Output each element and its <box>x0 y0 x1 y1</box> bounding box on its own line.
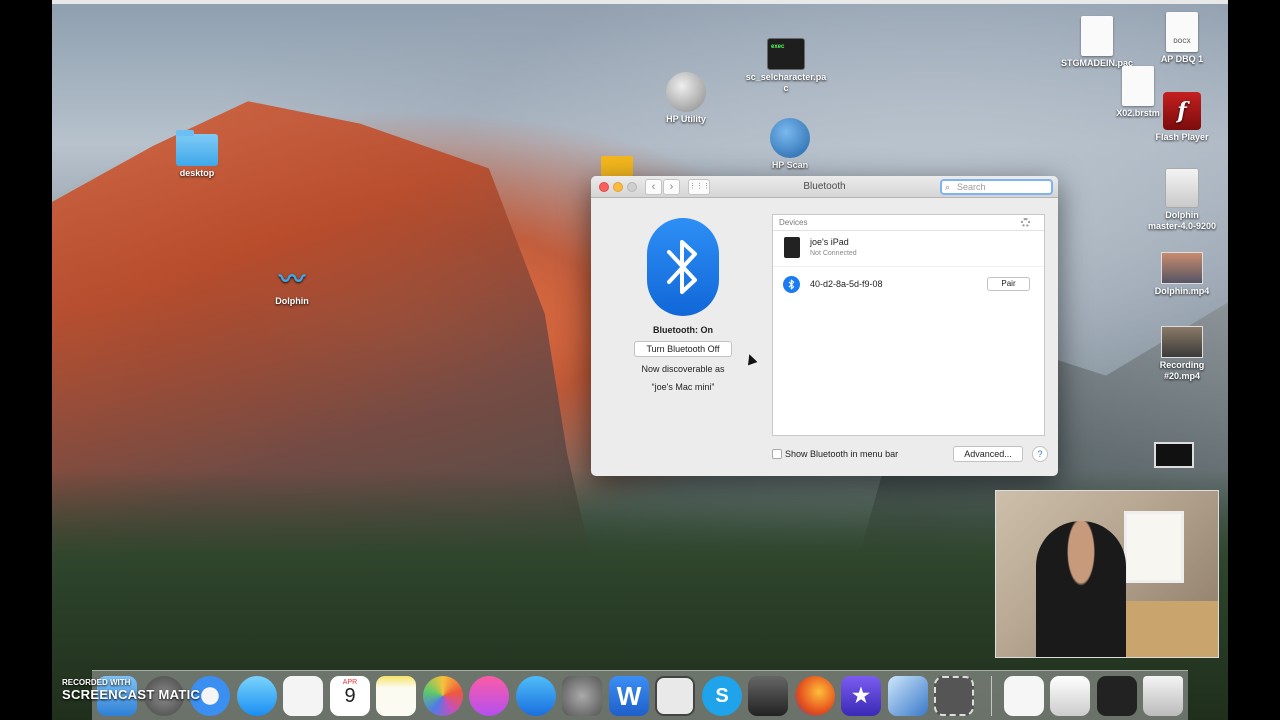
skype-icon[interactable]: S <box>702 676 742 716</box>
recording-file[interactable]: Recording #20.mp4 <box>1152 326 1212 382</box>
flash-label: Flash Player <box>1155 132 1209 142</box>
flash-icon: f <box>1163 92 1201 130</box>
flash-player-app[interactable]: f Flash Player <box>1152 92 1212 143</box>
hp-scan-app[interactable]: HP Scan <box>762 118 818 171</box>
loading-spinner-icon <box>1021 218 1030 227</box>
trash-icon[interactable] <box>1143 676 1183 716</box>
yellow-folder-icon <box>601 156 633 176</box>
preview-icon[interactable] <box>888 676 928 716</box>
device-name: 40-d2-8a-5d-f9-08 <box>810 279 883 289</box>
search-placeholder: Search <box>957 182 986 192</box>
room-window <box>1124 511 1184 583</box>
ap-dbq-file[interactable]: DOCX AP DBQ 1 <box>1152 12 1212 65</box>
photos-icon[interactable] <box>423 676 463 716</box>
device-status: Not Connected <box>810 250 857 257</box>
dock-separator <box>991 676 992 716</box>
title-bar[interactable]: ‹ › ⋮⋮⋮ Bluetooth ⌕ Search <box>591 176 1058 198</box>
document-icon <box>1122 66 1154 106</box>
bluetooth-icon <box>783 276 800 293</box>
dolphin-icon: 〰 <box>278 264 305 294</box>
show-in-menu-bar-label: Show Bluetooth in menu bar <box>785 449 899 459</box>
presenter <box>1036 521 1126 657</box>
screencast-o-matic-watermark: RECORDED WITH SCREENCAST MATIC <box>62 678 201 702</box>
pair-button[interactable]: Pair <box>987 277 1030 291</box>
recording-label: Recording #20.mp4 <box>1159 360 1205 381</box>
system-preferences-icon[interactable] <box>562 676 602 716</box>
bluetooth-status: Bluetooth: On <box>653 325 713 335</box>
dolphin-app[interactable]: 〰 Dolphin <box>262 264 322 307</box>
firefox-icon[interactable] <box>795 676 835 716</box>
video-thumbnail-icon <box>1161 326 1203 358</box>
help-button[interactable]: ? <box>1032 446 1048 462</box>
document-icon <box>1081 16 1113 56</box>
search-field[interactable]: ⌕ Search <box>940 179 1053 195</box>
folder-icon <box>176 130 218 166</box>
printer-icon <box>666 72 706 112</box>
sc-selcharacter-label: sc_selcharacter.pa c <box>745 72 827 93</box>
dolphin-label: Dolphin <box>275 296 309 306</box>
ipad-icon <box>784 237 800 258</box>
webcam-overlay <box>995 490 1219 658</box>
search-icon: ⌕ <box>945 182 951 192</box>
stgmadein-file[interactable]: STGMADEIN.pac <box>1060 16 1134 69</box>
notes-icon[interactable] <box>376 676 416 716</box>
sc-selcharacter-file[interactable]: exec sc_selcharacter.pa c <box>742 38 830 94</box>
world-of-tanks-icon[interactable] <box>748 676 788 716</box>
device-row-ipad[interactable]: joe's iPad Not Connected <box>773 231 1044 266</box>
imovie-icon[interactable]: ★ <box>841 676 881 716</box>
bluetooth-window: ‹ › ⋮⋮⋮ Bluetooth ⌕ Search Bluetooth: On… <box>591 176 1058 476</box>
docx-icon: DOCX <box>1166 12 1198 52</box>
dolphin-mp4-label: Dolphin.mp4 <box>1154 286 1210 296</box>
desktop-folder[interactable]: desktop <box>170 130 224 179</box>
image-thumbnail-icon <box>1154 442 1194 468</box>
dolphin-mp4-file[interactable]: Dolphin.mp4 <box>1152 252 1212 297</box>
app-grid-icon[interactable] <box>283 676 323 716</box>
downloads-icon[interactable] <box>1097 676 1137 716</box>
screenshot-icon[interactable] <box>934 676 974 716</box>
advanced-button[interactable]: Advanced... <box>953 446 1023 462</box>
hp-utility-app[interactable]: HP Utility <box>656 72 716 125</box>
hp-scan-label: HP Scan <box>771 160 809 170</box>
screen-capture-icon[interactable] <box>655 676 695 716</box>
disk-image-icon <box>1165 168 1199 208</box>
video-thumbnail-icon <box>1161 252 1203 284</box>
word-icon[interactable]: W <box>609 676 649 716</box>
bluetooth-logo-icon <box>647 218 719 316</box>
messages-icon[interactable] <box>237 676 277 716</box>
device-name: joe's iPad <box>810 237 849 247</box>
document-icon[interactable] <box>1004 676 1044 716</box>
devices-header: Devices <box>773 215 1044 231</box>
computer-name-text: “joe's Mac mini” <box>651 382 715 392</box>
discoverable-text: Now discoverable as <box>641 364 725 374</box>
show-in-menu-bar-checkbox[interactable] <box>772 449 782 459</box>
partial-folder[interactable] <box>600 156 634 178</box>
ap-dbq-label: AP DBQ 1 <box>1160 54 1204 64</box>
terminal-exec-icon: exec <box>767 38 805 70</box>
itunes-icon[interactable] <box>469 676 509 716</box>
dolphin-master-disk[interactable]: Dolphin master-4.0-9200 <box>1140 168 1224 232</box>
devices-list[interactable]: Devices joe's iPad Not Connected 40-d2-8… <box>772 214 1045 436</box>
scanner-icon <box>770 118 810 158</box>
desktop-folder-label: desktop <box>179 168 215 178</box>
calendar-icon[interactable]: APR 9 <box>330 676 370 716</box>
dolphin-master-label: Dolphin master-4.0-9200 <box>1147 210 1217 231</box>
app-store-icon[interactable] <box>516 676 556 716</box>
turn-bluetooth-off-button[interactable]: Turn Bluetooth Off <box>634 341 732 357</box>
calendar-day: 9 <box>344 685 356 707</box>
room-bed <box>1126 601 1218 657</box>
unknown-jpeg-file[interactable] <box>1144 442 1204 470</box>
hp-utility-label: HP Utility <box>666 114 706 124</box>
device-row-unknown[interactable]: 40-d2-8a-5d-f9-08 Pair <box>773 266 1044 301</box>
desktop-thumbnail-icon[interactable] <box>1050 676 1090 716</box>
menu-bar[interactable] <box>52 0 1228 4</box>
